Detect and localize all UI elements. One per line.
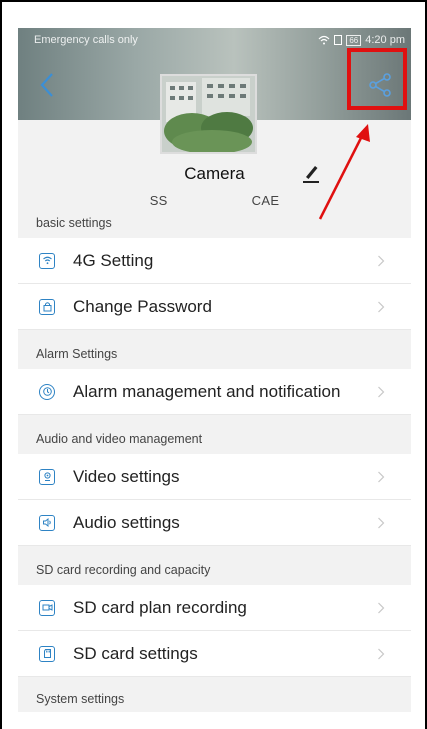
chevron-right-icon — [378, 517, 385, 528]
device-settings-screen: Emergency calls only 66 4:20 pm Camera S… — [18, 28, 411, 729]
row-alarm-management[interactable]: Alarm management and notification — [18, 369, 411, 415]
clock: 4:20 pm — [365, 34, 405, 46]
speaker-icon — [39, 514, 55, 531]
section-header-alarm: Alarm Settings — [36, 347, 118, 361]
lock-icon — [39, 298, 55, 315]
section-header-sd-card: SD card recording and capacity — [36, 563, 211, 577]
status-bar: Emergency calls only 66 4:20 pm — [18, 28, 411, 50]
chevron-left-icon[interactable] — [38, 72, 56, 98]
chevron-right-icon — [378, 648, 385, 659]
row-label: Video settings — [73, 466, 180, 486]
device-id-suffix: CAE — [251, 193, 280, 208]
row-sd-card-settings[interactable]: SD card settings — [18, 631, 411, 677]
row-audio-settings[interactable]: Audio settings — [18, 500, 411, 546]
red-pointer-arrow — [318, 124, 370, 220]
chevron-right-icon — [378, 386, 385, 397]
share-highlight-box — [347, 48, 407, 110]
section-header-system: System settings — [36, 692, 125, 706]
sd-card-icon — [39, 645, 55, 662]
row-label: SD card plan recording — [73, 597, 247, 617]
sim-icon — [334, 35, 343, 45]
chevron-right-icon — [378, 255, 385, 266]
section-header-audio-video: Audio and video management — [36, 432, 203, 446]
row-4g-setting[interactable]: 4G Setting — [18, 238, 411, 284]
alarm-icon — [39, 383, 55, 400]
chevron-right-icon — [378, 471, 385, 482]
camera-preview-image — [162, 76, 255, 152]
webcam-icon — [39, 468, 55, 485]
row-label: 4G Setting — [73, 250, 154, 270]
video-record-icon — [39, 599, 55, 616]
row-video-settings[interactable]: Video settings — [18, 454, 411, 500]
status-icons: 66 4:20 pm — [318, 34, 405, 46]
chevron-right-icon — [378, 301, 385, 312]
device-id-prefix: SS — [149, 193, 168, 208]
camera-thumbnail[interactable] — [160, 74, 257, 154]
row-sd-plan-recording[interactable]: SD card plan recording — [18, 585, 411, 631]
row-label: Change Password — [73, 296, 212, 316]
chevron-right-icon — [378, 602, 385, 613]
wifi-icon — [318, 35, 330, 45]
device-id-redaction — [167, 195, 252, 208]
battery-icon: 66 — [346, 34, 362, 46]
row-label: Alarm management and notification — [73, 381, 341, 401]
row-label: Audio settings — [73, 512, 180, 532]
row-label: SD card settings — [73, 643, 198, 663]
signal-icon — [39, 252, 55, 269]
list-continuation — [18, 712, 411, 729]
carrier-status: Emergency calls only — [34, 34, 138, 46]
row-change-password[interactable]: Change Password — [18, 284, 411, 330]
